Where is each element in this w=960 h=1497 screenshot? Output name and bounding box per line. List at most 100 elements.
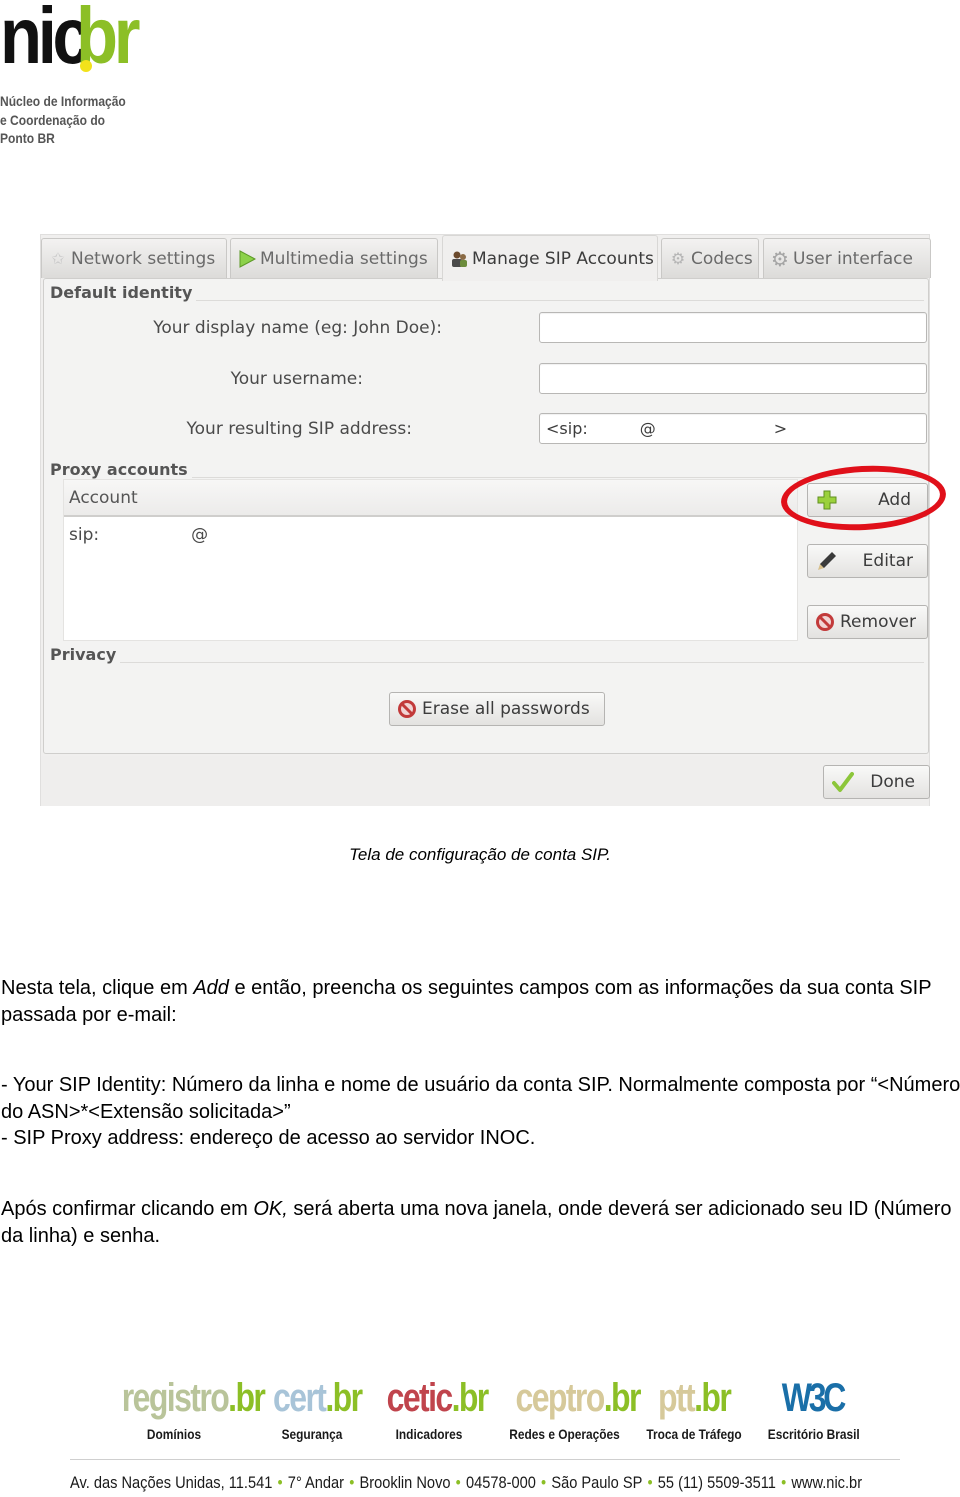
figure-caption: Tela de configuração de conta SIP. bbox=[349, 845, 611, 864]
display-name-input[interactable] bbox=[539, 312, 927, 343]
address-part: São Paulo SP bbox=[551, 1473, 643, 1492]
bullet-separator: • bbox=[455, 1473, 461, 1492]
address-part: 7° Andar bbox=[287, 1473, 345, 1492]
partner-ptt-br: ptt.br Troca de Tráfego bbox=[638, 1376, 750, 1442]
field-item-sip-identity: - Your SIP Identity: Número da linha e n… bbox=[1, 1074, 960, 1123]
done-label: Done bbox=[870, 772, 915, 792]
tab-label: Manage SIP Accounts bbox=[472, 248, 654, 269]
partner-registro-br: registro.br Domínios bbox=[104, 1376, 266, 1442]
footer-divider bbox=[70, 1459, 900, 1460]
instructions-paragraph: Nesta tela, clique em Add e então, preen… bbox=[1, 975, 960, 1028]
address-part: 55 (11) 5509-3511 bbox=[657, 1473, 776, 1492]
emphasis-ok: OK, bbox=[253, 1198, 288, 1220]
logo-subtitle: Núcleo de Informação e Coordenação do Po… bbox=[0, 92, 126, 148]
logo-dot bbox=[80, 60, 92, 72]
users-icon bbox=[449, 249, 469, 269]
sip-address-label: Your resulting SIP address: bbox=[186, 419, 412, 439]
add-account-button[interactable]: Add bbox=[807, 483, 928, 517]
tab-label: Codecs bbox=[691, 248, 753, 269]
group-divider bbox=[50, 662, 924, 663]
tab-user-interface[interactable]: ⚙ User interface bbox=[763, 238, 931, 278]
star-icon: ✩ bbox=[51, 249, 65, 268]
account-prefix: sip: bbox=[69, 525, 100, 545]
footer-address: Av. das Nações Unidas, 11.541 • 7° Andar • B… bbox=[70, 1473, 862, 1493]
partner-caption: Escritório Brasil bbox=[767, 1426, 860, 1442]
erase-passwords-button[interactable]: Erase all passwords bbox=[389, 692, 605, 726]
list-item[interactable]: sip: @ bbox=[64, 517, 797, 553]
privacy-title: Privacy bbox=[50, 645, 121, 664]
logo-subtitle-line: Ponto BR bbox=[0, 130, 55, 146]
done-button[interactable]: Done bbox=[823, 765, 930, 799]
address-part: Av. das Nações Unidas, 11.541 bbox=[70, 1473, 273, 1492]
tab-label: User interface bbox=[793, 248, 913, 269]
display-name-label: Your display name (eg: John Doe): bbox=[153, 318, 442, 338]
sip-settings-window: ✩ Network settings Multimedia settings M… bbox=[40, 234, 948, 806]
partner-caption: Indicadores bbox=[395, 1426, 463, 1442]
partner-logo: ceptro.br bbox=[515, 1376, 642, 1420]
bullet-separator: • bbox=[541, 1473, 547, 1492]
remove-account-button[interactable]: Remover bbox=[807, 605, 928, 639]
remove-label: Remover bbox=[840, 612, 916, 632]
address-part: 04578-000 bbox=[465, 1473, 536, 1492]
plus-icon bbox=[816, 489, 838, 511]
proxy-accounts-title: Proxy accounts bbox=[50, 460, 192, 479]
add-label: Add bbox=[878, 490, 911, 510]
edit-account-button[interactable]: Editar bbox=[807, 544, 928, 578]
partner-logo: cetic.br bbox=[386, 1376, 490, 1420]
fields-list: - Your SIP Identity: Número da linha e n… bbox=[1, 1072, 960, 1152]
partner-logo: registro.br bbox=[121, 1376, 266, 1420]
username-input[interactable] bbox=[539, 363, 927, 394]
partner-ceptro-br: ceptro.br Redes e Operações bbox=[500, 1376, 641, 1442]
tab-network-settings[interactable]: ✩ Network settings bbox=[41, 238, 227, 278]
partner-w3c: W3C Escritório Brasil bbox=[760, 1376, 864, 1442]
partner-caption: Troca de Tráfego bbox=[646, 1426, 742, 1442]
gears-icon: ⚙ bbox=[670, 249, 686, 268]
bullet-separator: • bbox=[277, 1473, 283, 1492]
nic-br-logo: nic br Núcleo de Informação e Coordenaçã… bbox=[0, 0, 150, 150]
text: Após confirmar clicando em bbox=[1, 1198, 254, 1220]
partner-caption: Redes e Operações bbox=[509, 1426, 620, 1442]
sip-address-prefix: <sip: bbox=[546, 419, 588, 438]
logo-subtitle-line: Núcleo de Informação bbox=[0, 93, 126, 109]
partner-caption: Segurança bbox=[281, 1426, 343, 1442]
partner-logo: ptt.br bbox=[657, 1376, 732, 1420]
text: Nesta tela, clique em bbox=[1, 977, 194, 999]
settings-tabs: ✩ Network settings Multimedia settings M… bbox=[41, 235, 931, 281]
bullet-separator: • bbox=[647, 1473, 653, 1492]
sip-accounts-panel: Default identity Your display name (eg: … bbox=[43, 278, 929, 754]
partner-cetic-br: cetic.br Indicadores bbox=[374, 1376, 490, 1442]
column-header-label: Account bbox=[69, 487, 138, 508]
bullet-separator: • bbox=[349, 1473, 355, 1492]
partner-caption: Domínios bbox=[146, 1426, 202, 1442]
partner-cert-br: cert.br Segurança bbox=[262, 1376, 363, 1442]
checkmark-icon bbox=[832, 771, 854, 793]
sip-address-at: @ bbox=[639, 419, 656, 438]
confirmation-paragraph: Após confirmar clicando em OK, será aber… bbox=[1, 1196, 960, 1249]
tab-codecs[interactable]: ⚙ Codecs bbox=[661, 238, 759, 278]
logo-subtitle-line: e Coordenação do bbox=[0, 111, 106, 128]
tab-manage-sip-accounts[interactable]: Manage SIP Accounts bbox=[442, 235, 658, 281]
tab-label: Network settings bbox=[71, 248, 216, 269]
account-column-header[interactable]: Account bbox=[64, 480, 797, 517]
logo-mark-nic: nic bbox=[0, 0, 91, 80]
partner-logo: W3C bbox=[781, 1376, 846, 1420]
stop-icon bbox=[814, 611, 836, 633]
partner-logo: cert.br bbox=[273, 1376, 363, 1420]
bullet-separator: • bbox=[781, 1473, 787, 1492]
dialog-action-area: Done bbox=[41, 756, 930, 806]
tab-label: Multimedia settings bbox=[260, 248, 428, 269]
partner-logos: registro.br Domínios cert.br Segurança c… bbox=[104, 1376, 864, 1446]
account-at: @ bbox=[191, 525, 209, 545]
edit-label: Editar bbox=[862, 551, 913, 571]
website-link[interactable]: www.nic.br bbox=[791, 1473, 862, 1492]
stop-icon bbox=[396, 698, 418, 720]
sip-address-suffix: > bbox=[773, 419, 788, 438]
tab-multimedia-settings[interactable]: Multimedia settings bbox=[230, 238, 438, 278]
proxy-accounts-list: Account sip: @ bbox=[63, 479, 798, 641]
address-part: Brooklin Novo bbox=[359, 1473, 451, 1492]
play-icon bbox=[237, 249, 257, 269]
default-identity-title: Default identity bbox=[50, 283, 197, 302]
sip-address-field[interactable]: <sip: @ > bbox=[539, 413, 927, 444]
gear-icon: ⚙ bbox=[771, 246, 789, 271]
erase-label: Erase all passwords bbox=[422, 699, 590, 719]
